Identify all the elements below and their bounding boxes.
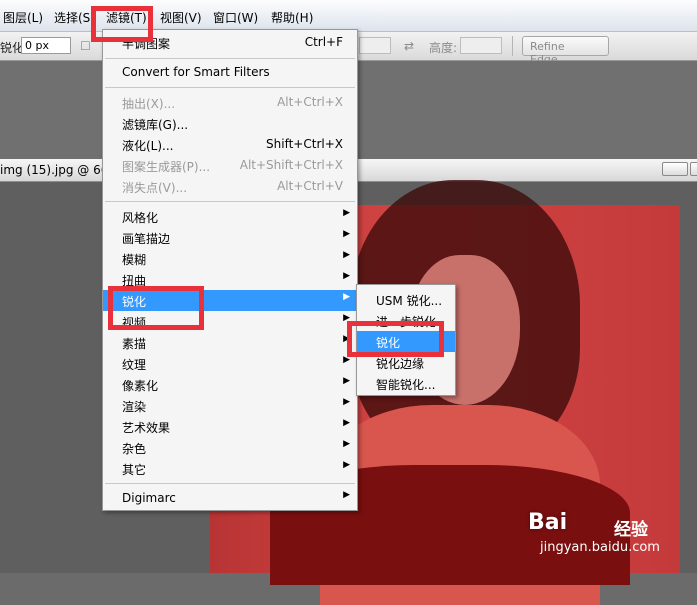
refine-edge-button[interactable]: Refine Edge... — [522, 36, 609, 66]
annotation-box-filter — [91, 6, 153, 42]
menu-window[interactable]: 窗口(W) — [213, 9, 258, 26]
chevron-right-icon: ▶ — [343, 460, 350, 470]
annotation-box-sharpen-sub — [347, 321, 444, 357]
menu-item-vanishing-point[interactable]: 消失点(V)... Alt+Ctrl+V — [103, 176, 357, 197]
chevron-right-icon: ▶ — [343, 271, 350, 281]
menu-divider — [105, 201, 355, 202]
swap-icon[interactable]: ⇄ — [404, 39, 414, 53]
menu-item-render[interactable]: 渲染 ▶ — [103, 395, 357, 416]
width-input[interactable] — [359, 37, 391, 54]
chevron-right-icon: ▶ — [343, 418, 350, 428]
filter-menu: 半调图案 Ctrl+F Convert for Smart Filters 抽出(… — [102, 29, 358, 511]
menu-item-convert-smart-filters[interactable]: Convert for Smart Filters — [103, 62, 357, 83]
baidu-logo: Bai — [528, 510, 568, 535]
chevron-right-icon: ▶ — [343, 490, 350, 500]
watermark-url: jingyan.baidu.com — [540, 540, 660, 555]
menu-item-blur[interactable]: 模糊 ▶ — [103, 248, 357, 269]
sharpen-input[interactable]: 0 px — [21, 37, 71, 54]
maximize-button[interactable] — [690, 162, 697, 176]
document-title[interactable]: img (15).jpg @ 66 — [0, 163, 108, 177]
menu-item-noise[interactable]: 杂色 ▶ — [103, 437, 357, 458]
menu-item-pattern-maker[interactable]: 图案生成器(P)... Alt+Shift+Ctrl+X — [103, 155, 357, 176]
menu-item-liquify[interactable]: 液化(L)... Shift+Ctrl+X — [103, 134, 357, 155]
chevron-right-icon: ▶ — [343, 439, 350, 449]
chevron-right-icon: ▶ — [343, 397, 350, 407]
checkbox-icon[interactable]: ☐ — [80, 39, 91, 53]
menu-item-sketch[interactable]: 素描 ▶ — [103, 332, 357, 353]
chevron-right-icon: ▶ — [343, 229, 350, 239]
baidu-jingyan-text: 经验 — [614, 520, 648, 540]
menu-divider — [105, 58, 355, 59]
menu-item-extract[interactable]: 抽出(X)... Alt+Ctrl+X — [103, 92, 357, 113]
menu-item-stylize[interactable]: 风格化 ▶ — [103, 206, 357, 227]
menu-item-artistic[interactable]: 艺术效果 ▶ — [103, 416, 357, 437]
menu-item-filter-gallery[interactable]: 滤镜库(G)... — [103, 113, 357, 134]
minimize-button[interactable] — [662, 162, 688, 176]
menu-item-digimarc[interactable]: Digimarc ▶ — [103, 488, 357, 509]
annotation-box-sharpen — [108, 286, 204, 330]
menu-divider — [105, 483, 355, 484]
menu-divider — [105, 87, 355, 88]
menu-help[interactable]: 帮助(H) — [271, 9, 313, 26]
menu-item-texture[interactable]: 纹理 ▶ — [103, 353, 357, 374]
menu-view[interactable]: 视图(V) — [160, 9, 202, 26]
menu-select[interactable]: 选择(S) — [54, 9, 95, 26]
menu-item-other[interactable]: 其它 ▶ — [103, 458, 357, 479]
menu-item-pixelate[interactable]: 像素化 ▶ — [103, 374, 357, 395]
chevron-right-icon: ▶ — [343, 376, 350, 386]
chevron-right-icon: ▶ — [343, 292, 350, 302]
menu-layer[interactable]: 图层(L) — [3, 9, 43, 26]
chevron-right-icon: ▶ — [343, 208, 350, 218]
menu-item-brush-strokes[interactable]: 画笔描边 ▶ — [103, 227, 357, 248]
submenu-item-unsharp-mask[interactable]: USM 锐化... — [357, 289, 455, 310]
submenu-item-smart-sharpen[interactable]: 智能锐化... — [357, 373, 455, 394]
separator — [512, 36, 513, 56]
height-input[interactable] — [460, 37, 502, 54]
height-label: 高度: — [429, 41, 458, 55]
chevron-right-icon: ▶ — [343, 250, 350, 260]
